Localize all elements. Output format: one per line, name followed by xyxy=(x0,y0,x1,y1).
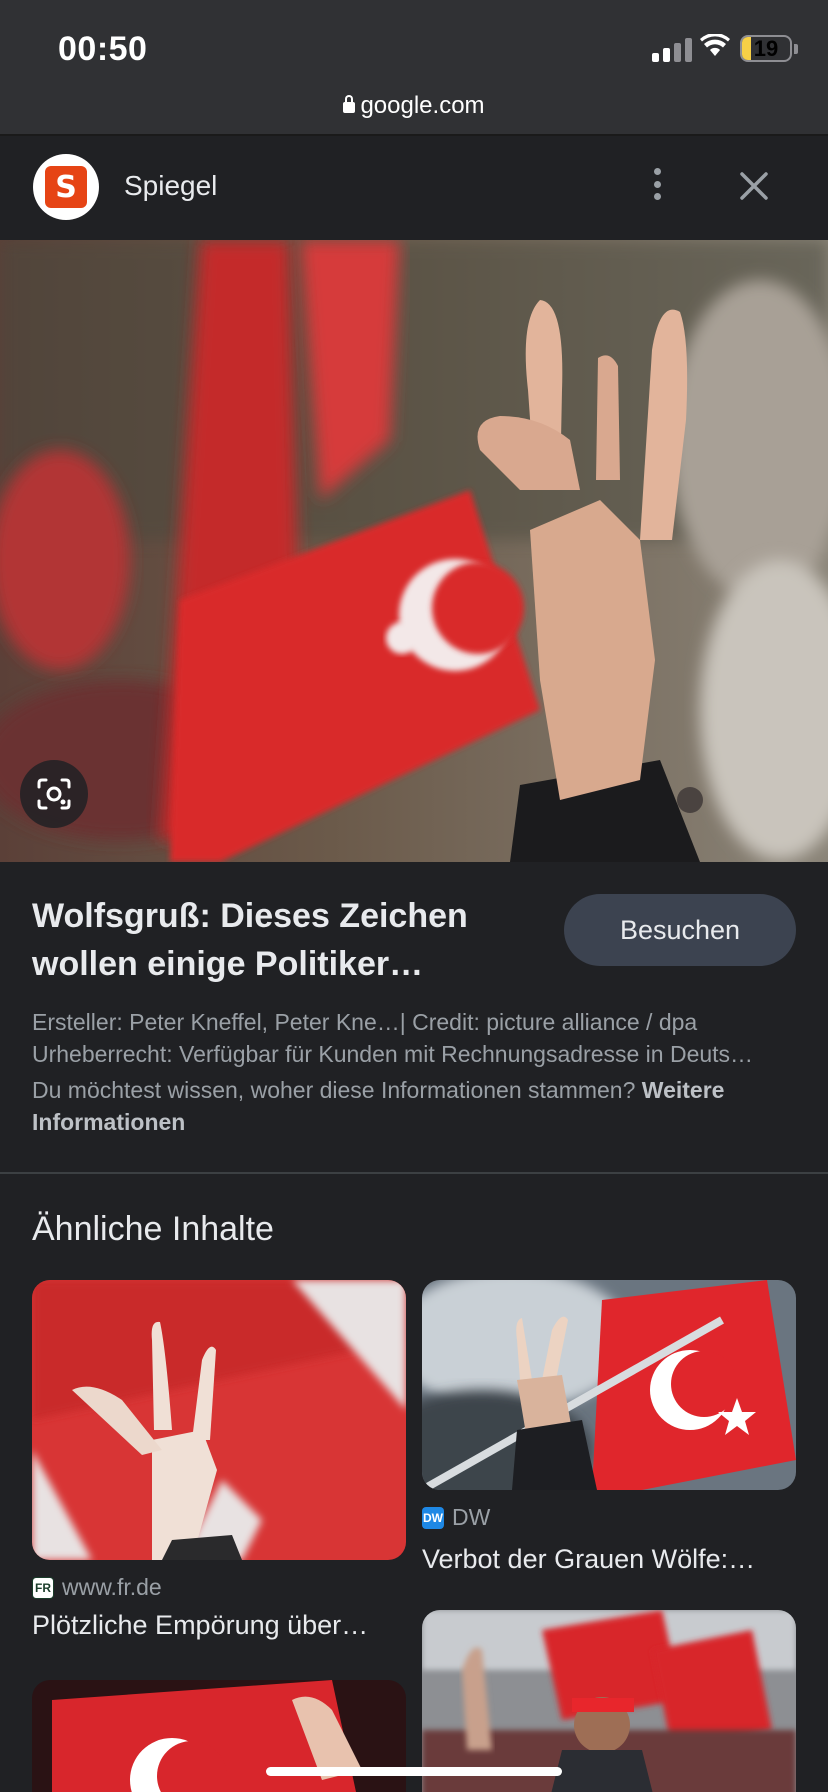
url-text: google.com xyxy=(360,92,485,119)
related-image-partial[interactable] xyxy=(422,1610,796,1792)
section-divider xyxy=(0,1172,828,1174)
home-indicator[interactable] xyxy=(266,1767,562,1776)
viewer-header: S Spiegel xyxy=(0,136,828,240)
related-image-fr[interactable] xyxy=(32,1280,406,1560)
info-text: Du möchtest wissen, woher diese Informat… xyxy=(32,1074,800,1138)
related-photo xyxy=(422,1280,796,1490)
cellular-signal-icon xyxy=(652,38,692,62)
google-lens-button[interactable] xyxy=(20,760,88,828)
status-bar: 00:50 19 google.com xyxy=(0,0,828,135)
battery-percentage: 19 xyxy=(753,35,779,61)
clock: 00:50 xyxy=(58,30,148,68)
article-title[interactable]: Wolfsgruß: Dieses Zeichen wollen einige … xyxy=(32,892,552,988)
related-photo xyxy=(422,1610,796,1792)
battery-icon: 19 xyxy=(740,35,792,62)
related-photo xyxy=(32,1280,406,1560)
related-source[interactable]: DW DW xyxy=(422,1504,490,1531)
related-image-dw[interactable] xyxy=(422,1280,796,1490)
spiegel-logo-icon: S xyxy=(45,166,87,208)
visit-button[interactable]: Besuchen xyxy=(564,894,796,966)
credits-line: Ersteller: Peter Kneffel, Peter Kne…| Cr… xyxy=(32,1009,698,1035)
more-options-icon[interactable] xyxy=(642,162,672,206)
fr-favicon-icon: FR xyxy=(32,1576,54,1599)
dw-favicon-icon: DW xyxy=(422,1506,444,1529)
address-bar[interactable]: google.com xyxy=(0,92,828,120)
related-title[interactable]: Plötzliche Empörung über… xyxy=(32,1610,406,1641)
related-title[interactable]: Verbot der Grauen Wölfe:… xyxy=(422,1544,796,1575)
related-heading: Ähnliche Inhalte xyxy=(32,1210,274,1248)
wifi-icon xyxy=(700,34,730,56)
site-logo[interactable]: S xyxy=(33,154,99,220)
lock-icon xyxy=(343,95,356,113)
lens-icon xyxy=(37,778,71,810)
related-source[interactable]: FR www.fr.de xyxy=(32,1574,162,1601)
related-source-text: DW xyxy=(452,1504,491,1530)
battery-fill xyxy=(742,37,752,60)
related-source-text: www.fr.de xyxy=(62,1574,162,1600)
hero-photo xyxy=(0,240,828,862)
main-image[interactable] xyxy=(0,240,828,862)
image-credits: Ersteller: Peter Kneffel, Peter Kne…| Cr… xyxy=(32,1006,800,1138)
battery-tip xyxy=(794,44,798,54)
copyright-line: Urheberrecht: Verfügbar für Kunden mit R… xyxy=(32,1041,754,1067)
close-icon[interactable] xyxy=(734,166,774,206)
site-name[interactable]: Spiegel xyxy=(124,170,217,202)
info-question: Du möchtest wissen, woher diese Informat… xyxy=(32,1077,636,1103)
